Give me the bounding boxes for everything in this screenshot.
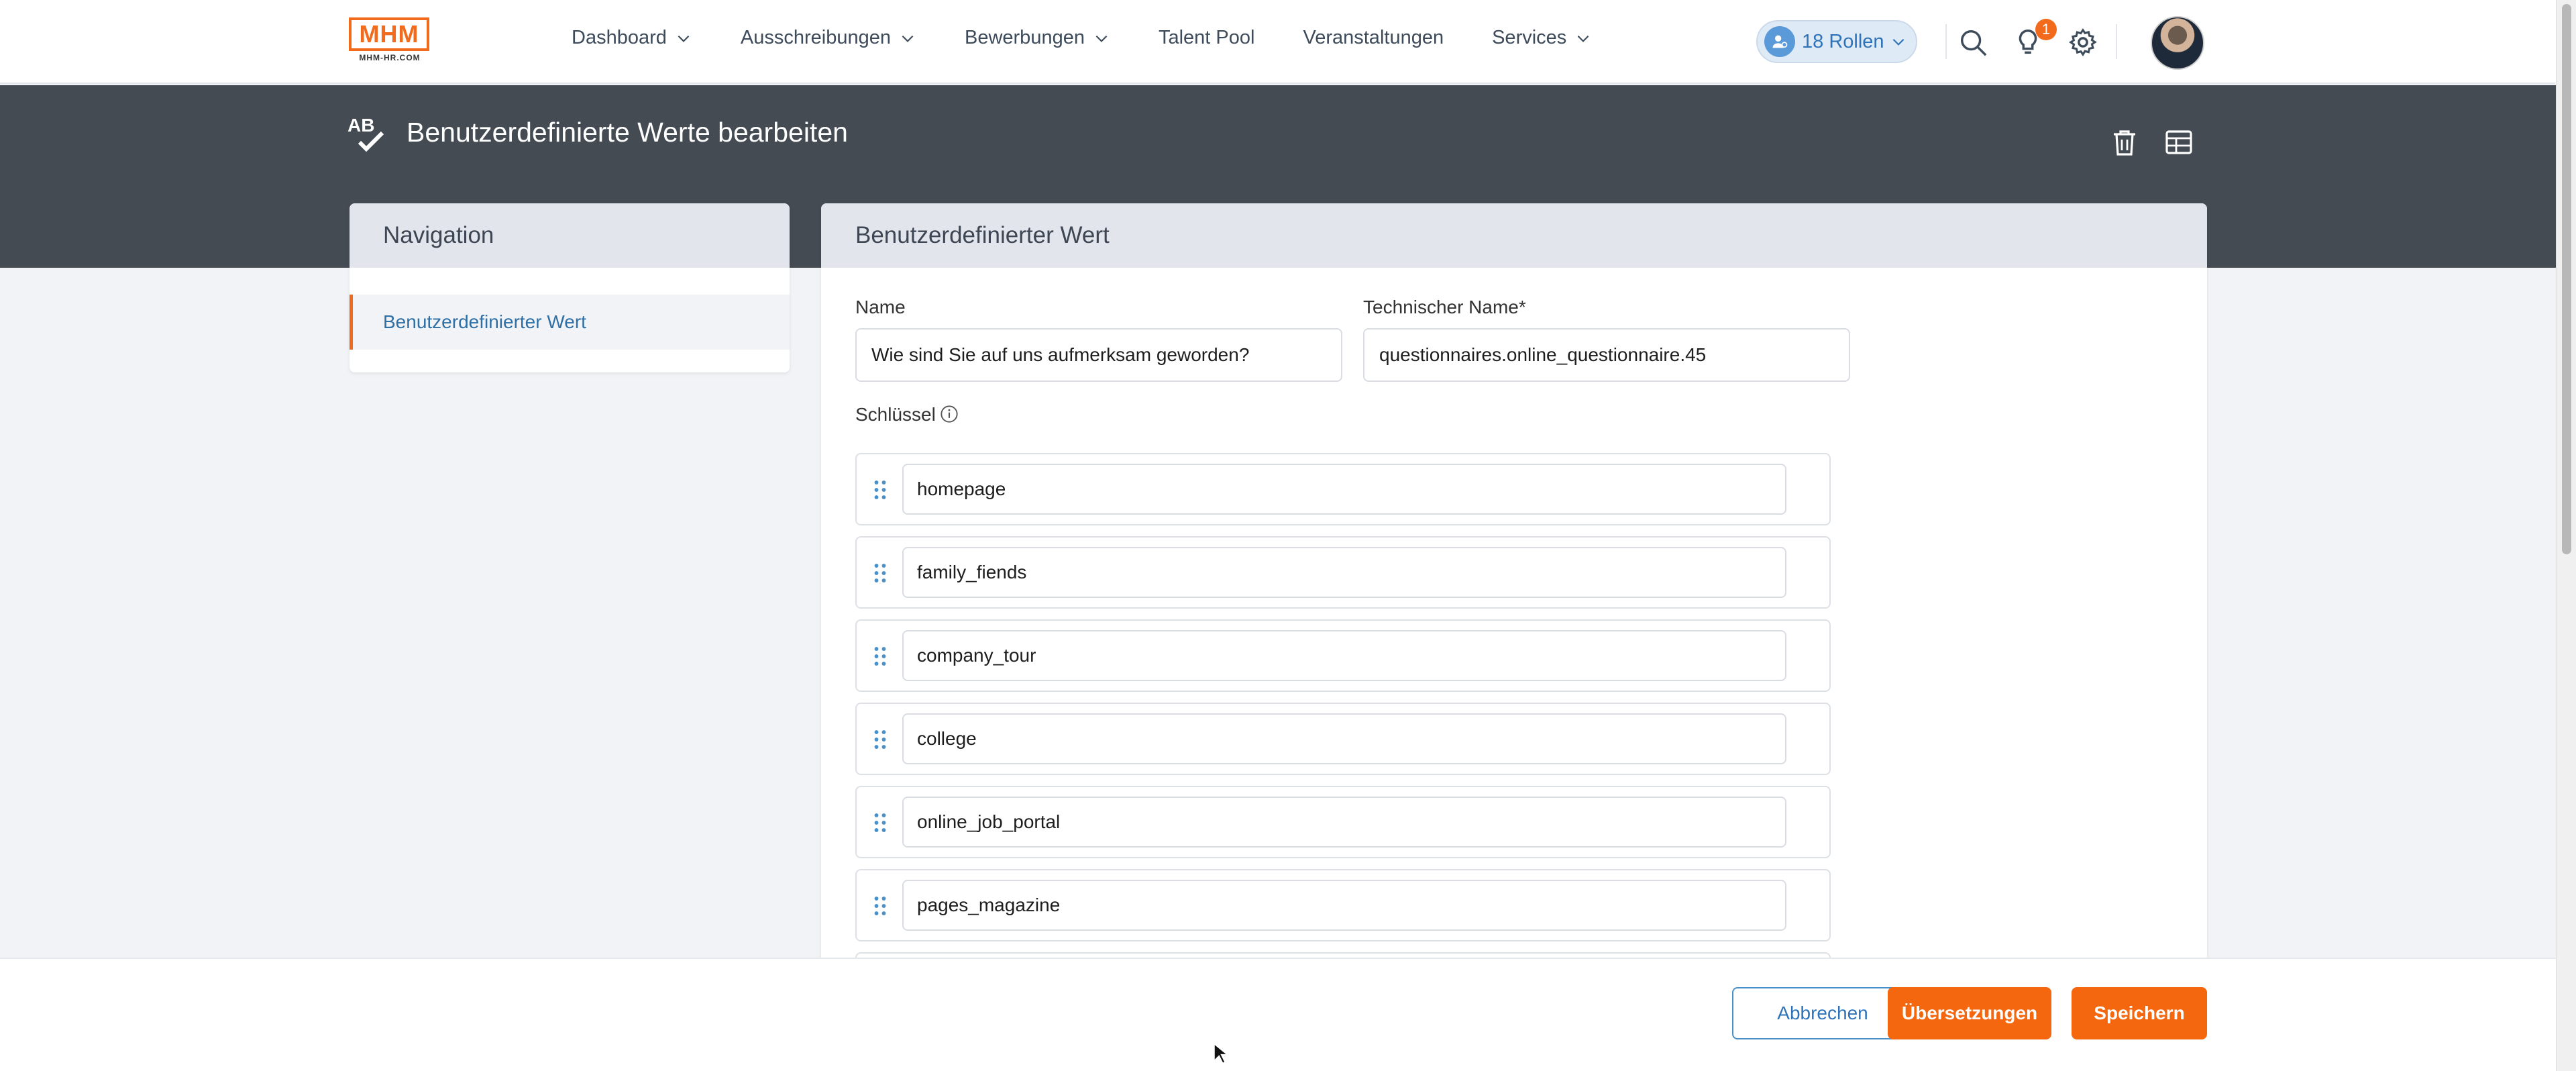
save-button[interactable]: Speichern xyxy=(2072,987,2207,1039)
custom-value-panel: Benutzerdefinierter Wert Name Wie sind S… xyxy=(821,203,2207,962)
drag-handle-icon[interactable] xyxy=(873,811,888,834)
key-row: pages_magazine xyxy=(855,869,1831,941)
drag-handle-icon[interactable] xyxy=(873,478,888,501)
mouse-cursor-icon xyxy=(1213,1042,1228,1064)
toolbar-divider xyxy=(1945,24,1947,59)
navigation-panel: Navigation Benutzerdefinierter Wert xyxy=(350,203,790,372)
page-title: Benutzerdefinierte Werte bearbeiten xyxy=(407,117,848,148)
drag-handle-icon[interactable] xyxy=(873,645,888,668)
sidebar-item-benutzerdefinierter-wert[interactable]: Benutzerdefinierter Wert xyxy=(350,295,790,350)
key-row: family_fiends xyxy=(855,536,1831,609)
key-input[interactable]: college xyxy=(902,713,1786,764)
nav-services[interactable]: Services xyxy=(1492,27,1592,49)
key-input[interactable]: homepage xyxy=(902,464,1786,515)
scrollbar-thumb[interactable] xyxy=(2562,4,2571,554)
nav-dashboard[interactable]: Dashboard xyxy=(572,27,692,49)
trash-icon[interactable] xyxy=(2108,126,2141,158)
search-icon[interactable] xyxy=(1957,27,1988,58)
nav-veranstaltungen-label: Veranstaltungen xyxy=(1303,27,1444,48)
page-scrollbar[interactable] xyxy=(2556,0,2576,1071)
keys-label: Schlüssel xyxy=(855,404,959,425)
technical-name-label: Technischer Name* xyxy=(1363,297,1526,317)
key-input[interactable]: pages_magazine xyxy=(902,880,1786,931)
toolbar-divider xyxy=(2116,24,2117,59)
key-row: online_job_portal xyxy=(855,786,1831,858)
roles-label: 18 Rollen xyxy=(1802,30,1884,52)
logo-subtitle: MHM-HR.COM xyxy=(359,53,421,62)
nav-talent-pool[interactable]: Talent Pool xyxy=(1159,27,1255,49)
roles-dropdown[interactable]: 18 Rollen xyxy=(1756,20,1917,63)
keys-label-text: Schlüssel xyxy=(855,404,936,425)
nav-bewerbungen-label: Bewerbungen xyxy=(964,27,1085,48)
chevron-down-icon xyxy=(1577,35,1589,42)
drag-handle-icon[interactable] xyxy=(873,895,888,917)
main-menu: Dashboard Ausschreibungen Bewerbungen Ta… xyxy=(572,27,1640,49)
key-row: homepage xyxy=(855,453,1831,525)
cancel-button[interactable]: Abbrechen xyxy=(1732,987,1913,1039)
table-icon[interactable] xyxy=(2163,126,2195,158)
drag-handle-icon[interactable] xyxy=(873,728,888,751)
name-field[interactable]: Wie sind Sie auf uns aufmerksam geworden… xyxy=(855,328,1342,382)
drag-handle-icon[interactable] xyxy=(873,562,888,584)
notification-badge: 1 xyxy=(2035,19,2057,40)
user-avatar[interactable] xyxy=(2151,16,2204,70)
chevron-down-icon xyxy=(1892,38,1904,46)
chevron-down-icon xyxy=(1095,35,1108,42)
key-row: college xyxy=(855,703,1831,775)
nav-talent-pool-label: Talent Pool xyxy=(1158,27,1255,48)
ab-check-icon: AB xyxy=(347,115,384,152)
nav-veranstaltungen[interactable]: Veranstaltungen xyxy=(1303,27,1444,49)
navigation-panel-title: Navigation xyxy=(350,203,790,268)
key-input[interactable]: online_job_portal xyxy=(902,797,1786,848)
user-roles-icon xyxy=(1764,26,1795,57)
nav-dashboard-label: Dashboard xyxy=(572,27,667,48)
key-row: company_tour xyxy=(855,619,1831,692)
custom-value-panel-title: Benutzerdefinierter Wert xyxy=(821,203,2207,268)
mhm-logo[interactable]: MHM MHM-HR.COM xyxy=(349,17,431,67)
nav-bewerbungen[interactable]: Bewerbungen xyxy=(965,27,1110,49)
nav-services-label: Services xyxy=(1492,27,1567,48)
nav-ausschreibungen-label: Ausschreibungen xyxy=(740,27,891,48)
key-input[interactable]: company_tour xyxy=(902,630,1786,681)
name-label: Name xyxy=(855,297,906,317)
info-icon[interactable] xyxy=(940,405,959,423)
technical-name-field[interactable]: questionnaires.online_questionnaire.45 xyxy=(1363,328,1850,382)
top-navigation-bar: MHM MHM-HR.COM Dashboard Ausschreibungen… xyxy=(0,0,2576,84)
nav-ausschreibungen[interactable]: Ausschreibungen xyxy=(741,27,916,49)
logo-mark: MHM xyxy=(349,17,429,51)
key-input[interactable]: family_fiends xyxy=(902,547,1786,598)
gear-icon[interactable] xyxy=(2068,27,2098,58)
chevron-down-icon xyxy=(678,35,690,42)
chevron-down-icon xyxy=(902,35,914,42)
svg-text:AB: AB xyxy=(347,115,374,136)
translations-button[interactable]: Übersetzungen xyxy=(1888,987,2051,1039)
